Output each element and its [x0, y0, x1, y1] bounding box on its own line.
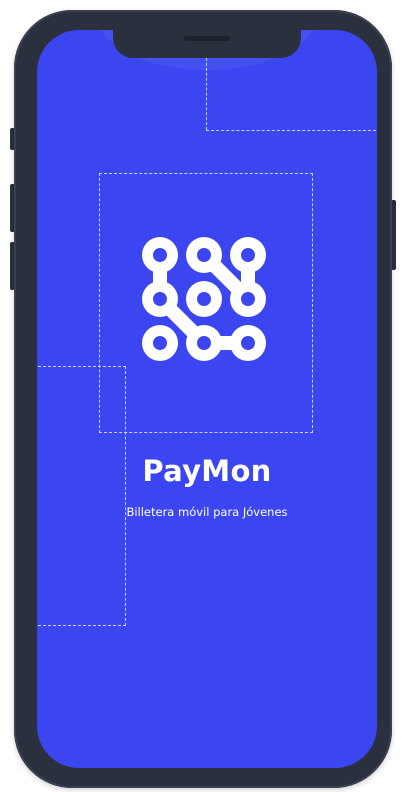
app-tagline: Billetera móvil para Jóvenes [126, 505, 288, 519]
decor-dashed-line-top-vertical [206, 58, 207, 130]
splash-screen: PayMon Billetera móvil para Jóvenes [37, 30, 377, 768]
pattern-lock-icon [140, 237, 276, 371]
decor-dashed-box-left [37, 366, 126, 626]
camera-notch [113, 30, 301, 58]
decor-dashed-line-top-horizontal [206, 130, 377, 131]
app-name: PayMon [142, 454, 272, 488]
device-mockup: PayMon Billetera móvil para Jóvenes [0, 0, 401, 792]
speaker-grille [184, 36, 230, 41]
